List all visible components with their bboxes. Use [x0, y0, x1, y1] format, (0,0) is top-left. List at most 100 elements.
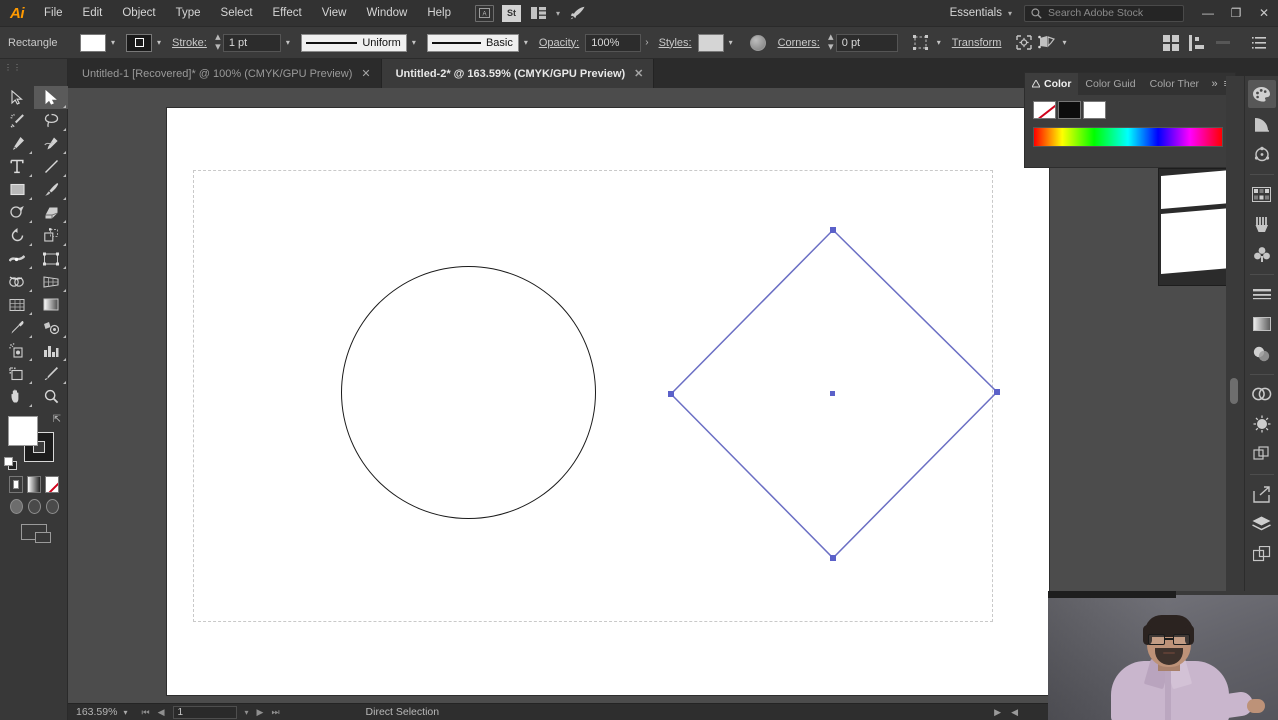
- color-panel-icon[interactable]: [1247, 80, 1276, 108]
- menu-object[interactable]: Object: [112, 0, 165, 27]
- panel-menu-icon[interactable]: [1248, 32, 1270, 54]
- tab-color-guide[interactable]: Color Guid: [1078, 73, 1142, 95]
- gradient-tool[interactable]: [34, 293, 68, 316]
- transparency-icon[interactable]: [1248, 340, 1276, 368]
- stroke-panel-icon[interactable]: [1248, 280, 1276, 308]
- stroke-color-swatch[interactable]: [126, 33, 152, 52]
- artboard-first-icon[interactable]: ⏮: [141, 707, 149, 718]
- hand-tool[interactable]: [0, 385, 34, 408]
- paintbrush-tool[interactable]: [34, 178, 68, 201]
- menu-effect[interactable]: Effect: [263, 0, 312, 27]
- color-themes-icon[interactable]: [1248, 140, 1276, 168]
- appearance-icon[interactable]: [1248, 410, 1276, 438]
- pen-tool[interactable]: [0, 132, 34, 155]
- minimize-button[interactable]: —: [1194, 0, 1222, 27]
- select-similar-icon[interactable]: [910, 32, 932, 54]
- brushes-icon[interactable]: [1248, 210, 1276, 238]
- artboard-tool[interactable]: [0, 362, 34, 385]
- stroke-weight-field[interactable]: 1 pt: [222, 33, 281, 52]
- brush-definition-chevron-icon[interactable]: ▾: [519, 34, 533, 52]
- eraser-tool[interactable]: [34, 201, 68, 224]
- swap-fill-stroke-icon[interactable]: ⇱: [53, 414, 61, 425]
- isolate-selected-object-icon[interactable]: [1013, 32, 1035, 54]
- shape-builder-mask-icon[interactable]: [1035, 32, 1057, 54]
- corners-label[interactable]: Corners:: [778, 37, 820, 49]
- menu-window[interactable]: Window: [356, 0, 417, 27]
- stroke-profile-chevron-icon[interactable]: ▾: [407, 34, 421, 52]
- tab-color-themes[interactable]: Color Ther: [1143, 73, 1206, 95]
- workspace-switcher[interactable]: Essentials ▾: [938, 7, 1024, 19]
- discover-rocket-icon[interactable]: [568, 5, 587, 22]
- creative-cloud-libraries-icon[interactable]: [1248, 380, 1276, 408]
- pathfinder-icon[interactable]: [1248, 440, 1276, 468]
- color-panel[interactable]: Color Color Guid Color Ther » ≡: [1024, 72, 1236, 168]
- status-next-icon[interactable]: ▶: [994, 707, 1001, 718]
- opacity-expand-icon[interactable]: ›: [641, 37, 652, 48]
- rectangle-tool[interactable]: [0, 178, 34, 201]
- swatches-icon[interactable]: [1248, 180, 1276, 208]
- select-similar-chevron-icon[interactable]: ▾: [932, 34, 946, 52]
- scale-tool[interactable]: [34, 224, 68, 247]
- color-spectrum-ramp[interactable]: [1033, 127, 1223, 147]
- menu-view[interactable]: View: [312, 0, 357, 27]
- color-guide-icon[interactable]: [1248, 110, 1276, 138]
- dock-scroll-thumb[interactable]: [1230, 378, 1238, 404]
- slice-tool[interactable]: [34, 362, 68, 385]
- free-transform-tool[interactable]: [34, 247, 68, 270]
- adobe-stock-icon[interactable]: St: [502, 4, 521, 22]
- artboards-icon[interactable]: [1248, 540, 1276, 568]
- align-icon[interactable]: [1160, 32, 1182, 54]
- corners-field[interactable]: 0 pt: [835, 33, 898, 52]
- direct-selection-tool[interactable]: [34, 86, 68, 109]
- eyedropper-tool[interactable]: [0, 316, 34, 339]
- curvature-tool[interactable]: [34, 132, 68, 155]
- gradient-mode-button[interactable]: [27, 476, 41, 493]
- stroke-label[interactable]: Stroke:: [172, 37, 207, 49]
- none-swatch[interactable]: [1033, 101, 1056, 119]
- graphic-style-chevron-icon[interactable]: ▾: [724, 34, 738, 52]
- menu-edit[interactable]: Edit: [73, 0, 113, 27]
- zoom-chevron-icon[interactable]: ▾: [123, 708, 127, 717]
- layers-icon[interactable]: [1248, 510, 1276, 538]
- menu-help[interactable]: Help: [417, 0, 461, 27]
- type-tool[interactable]: [0, 155, 34, 178]
- transform-label[interactable]: Transform: [952, 37, 1002, 49]
- gradient-panel-icon[interactable]: [1248, 310, 1276, 338]
- styles-label[interactable]: Styles:: [659, 37, 692, 49]
- menu-file[interactable]: File: [34, 0, 73, 27]
- ellipse-shape[interactable]: [341, 266, 596, 519]
- zoom-tool[interactable]: [34, 385, 68, 408]
- document-tab-untitled-2[interactable]: Untitled-2* @ 163.59% (CMYK/GPU Preview)…: [381, 59, 655, 88]
- tab-color[interactable]: Color: [1025, 73, 1079, 95]
- opacity-label[interactable]: Opacity:: [539, 37, 579, 49]
- mask-chevron-icon[interactable]: ▾: [1057, 34, 1071, 52]
- stroke-weight-chevron-icon[interactable]: ▾: [281, 34, 295, 52]
- arrange-documents-icon[interactable]: [529, 5, 548, 22]
- symbol-sprayer-tool[interactable]: [0, 339, 34, 362]
- rotated-square-shape[interactable]: [667, 224, 1003, 564]
- shape-builder-tool[interactable]: [0, 270, 34, 293]
- menu-type[interactable]: Type: [166, 0, 211, 27]
- arrange-chevron-icon[interactable]: ▾: [556, 9, 560, 18]
- status-prev-icon[interactable]: ◀: [1011, 707, 1018, 718]
- fill-color-swatch[interactable]: [80, 33, 106, 52]
- artboard-last-icon[interactable]: ⏭: [271, 707, 279, 718]
- magic-wand-tool[interactable]: [0, 109, 34, 132]
- symbols-icon[interactable]: [1248, 240, 1276, 268]
- fill-color-indicator[interactable]: [8, 416, 38, 446]
- close-button[interactable]: ✕: [1250, 0, 1278, 27]
- current-tool-indicator[interactable]: Direct Selection: [288, 706, 440, 718]
- line-segment-tool[interactable]: [34, 155, 68, 178]
- document-window[interactable]: [167, 108, 1049, 695]
- menu-select[interactable]: Select: [211, 0, 263, 27]
- color-mode-button[interactable]: [9, 476, 23, 493]
- blend-tool[interactable]: [34, 316, 68, 339]
- rotate-tool[interactable]: [0, 224, 34, 247]
- artboard-prev-icon[interactable]: ◀: [158, 707, 165, 718]
- default-fill-stroke-icon[interactable]: [4, 457, 17, 470]
- stock-search-input[interactable]: Search Adobe Stock: [1024, 4, 1184, 22]
- bridge-icon[interactable]: A: [475, 4, 494, 22]
- lasso-tool[interactable]: [34, 109, 68, 132]
- toolbar-grab-handle[interactable]: ⋮⋮: [4, 63, 22, 72]
- export-icon[interactable]: [1248, 480, 1276, 508]
